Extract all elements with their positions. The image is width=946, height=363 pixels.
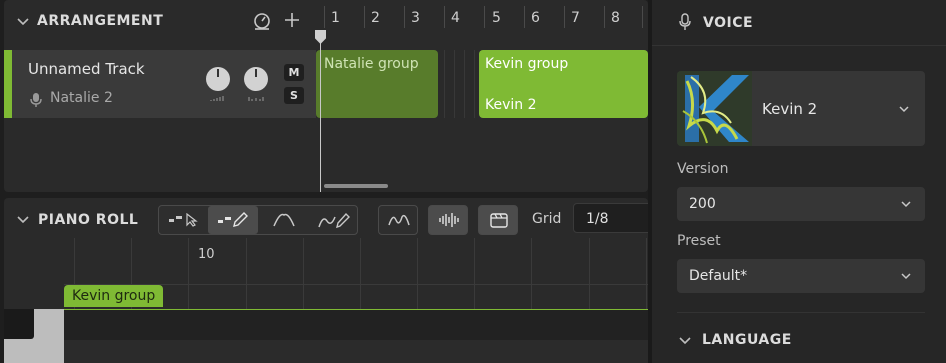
curve-pen-tool-icon <box>318 212 350 229</box>
grid-line <box>444 50 445 118</box>
version-label: Version <box>677 161 729 177</box>
ruler-tick <box>324 6 325 28</box>
arrangement-ruler[interactable]: 1 2 3 4 5 6 7 8 <box>316 0 648 40</box>
ruler-number: 8 <box>611 10 620 26</box>
ruler-number: 7 <box>571 10 580 26</box>
section-divider <box>677 312 925 313</box>
ruler-number: 5 <box>492 10 501 26</box>
piano-roll-clip-label[interactable]: Kevin group <box>64 285 164 307</box>
ruler-tick <box>404 6 405 28</box>
language-section-title[interactable]: LANGUAGE <box>702 332 792 348</box>
grid-line <box>474 50 475 118</box>
arrangement-title: ARRANGEMENT <box>37 13 164 29</box>
clip-label: Kevin group <box>485 56 569 72</box>
chevron-down-icon[interactable] <box>678 334 692 348</box>
playhead-line <box>320 40 321 192</box>
clapperboard-icon <box>490 213 508 228</box>
voice-title: VOICE <box>703 15 754 31</box>
chevron-down-icon[interactable] <box>16 213 30 227</box>
track-name[interactable]: Unnamed Track <box>28 60 145 78</box>
ruler-number: 3 <box>411 10 420 26</box>
pitch-view-toggle[interactable] <box>378 205 418 235</box>
version-dropdown[interactable]: 200 <box>677 187 925 221</box>
preset-label: Preset <box>677 233 721 249</box>
plus-icon[interactable] <box>284 12 300 28</box>
clip-label: Natalie group <box>324 56 419 72</box>
singer-selector[interactable]: Kevin 2 <box>677 71 925 146</box>
pencil-tool-button[interactable] <box>208 206 258 234</box>
select-tool-icon <box>169 213 198 227</box>
pitch-curve-icon <box>388 214 410 226</box>
version-value: 200 <box>689 196 716 212</box>
pan-knob[interactable] <box>244 67 268 91</box>
grid-label: Grid <box>532 211 562 227</box>
ruler-tick <box>604 6 605 28</box>
clip-sublabel: Kevin 2 <box>485 97 537 113</box>
ruler-number: 4 <box>451 10 460 26</box>
vibrato-tool-button[interactable] <box>259 206 307 234</box>
ruler-tick <box>444 6 445 28</box>
waveform-view-toggle[interactable] <box>428 205 468 235</box>
gain-knob[interactable] <box>206 67 230 91</box>
grid-line <box>454 50 455 118</box>
solo-button[interactable]: S <box>284 87 304 104</box>
chevron-down-icon[interactable] <box>16 15 30 29</box>
clip-boundary-line <box>64 309 648 310</box>
arrangement-panel: ARRANGEMENT 1 2 3 4 5 6 7 8 Unnamed Trac… <box>4 0 648 192</box>
pan-meter-icon <box>248 97 264 101</box>
ruler-number: 1 <box>331 10 340 26</box>
track-singer[interactable]: Natalie 2 <box>50 90 113 106</box>
mute-button[interactable]: M <box>284 64 304 81</box>
grid-line <box>464 50 465 118</box>
ruler-number: 6 <box>531 10 540 26</box>
ruler-number: 2 <box>371 10 380 26</box>
playhead-handle[interactable] <box>315 30 326 44</box>
note-lane-alt[interactable] <box>64 340 648 363</box>
singer-avatar <box>677 71 752 146</box>
waveform-icon <box>439 213 459 227</box>
horizontal-scrollbar[interactable] <box>324 184 388 188</box>
piano-roll-title: PIANO ROLL <box>38 212 139 228</box>
microphone-icon <box>679 13 691 30</box>
clip-kevin-group[interactable]: Kevin group Kevin 2 <box>479 50 648 118</box>
track-color-stripe <box>4 50 12 118</box>
ruler-tick <box>484 6 485 28</box>
clapperboard-toggle[interactable] <box>478 205 518 235</box>
gain-meter-icon <box>210 96 224 101</box>
singer-name: Kevin 2 <box>762 100 818 118</box>
panel-splitter[interactable] <box>648 0 652 363</box>
piano-key-black[interactable] <box>4 309 34 339</box>
piano-roll-panel: PIANO ROLL Grid 1/8 10 Kevin group <box>4 198 648 363</box>
track-header[interactable]: Unnamed Track Natalie 2 M S <box>4 50 316 118</box>
arrangement-timeline[interactable]: Natalie group Kevin group Kevin 2 <box>316 50 648 192</box>
microphone-icon <box>30 93 42 107</box>
ruler-tick <box>524 6 525 28</box>
ruler-tick <box>642 6 643 28</box>
preset-dropdown[interactable]: Default* <box>677 259 925 293</box>
chevron-down-icon <box>901 273 911 280</box>
ruler-tick <box>564 6 565 28</box>
metronome-icon[interactable] <box>252 10 272 30</box>
clip-natalie-group[interactable]: Natalie group <box>316 50 438 118</box>
piano-roll-ruler-number: 10 <box>198 247 215 262</box>
pencil-tool-icon <box>218 212 248 227</box>
preset-value: Default* <box>689 268 748 284</box>
chevron-down-icon <box>899 106 909 113</box>
curve-pen-tool-button[interactable] <box>308 206 358 234</box>
voice-panel: VOICE Kevin 2 Version 200 Preset Default… <box>652 0 946 363</box>
vibrato-tool-icon <box>273 213 295 227</box>
select-tool-button[interactable] <box>159 206 207 234</box>
grid-dropdown[interactable]: 1/8 <box>573 203 648 233</box>
voice-header: VOICE <box>652 0 946 46</box>
ruler-tick <box>364 6 365 28</box>
chevron-down-icon <box>901 201 911 208</box>
edit-tool-group <box>158 205 358 235</box>
